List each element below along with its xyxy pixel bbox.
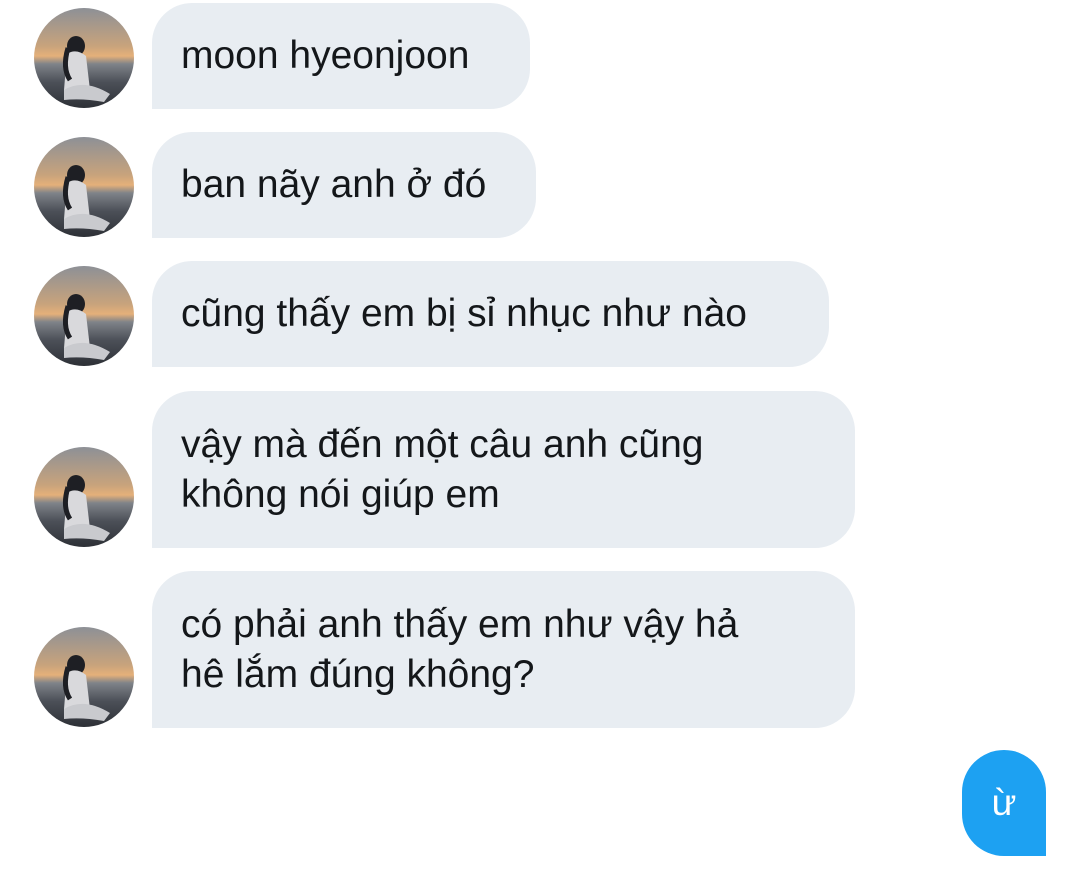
person-sitting-icon xyxy=(62,294,110,360)
message-line: có phải anh thấy em như vậy hả xyxy=(181,602,739,646)
person-sitting-icon xyxy=(62,165,110,231)
message-bubble[interactable]: ban nãy anh ở đó xyxy=(152,132,536,238)
message-bubble[interactable]: moon hyeonjoon xyxy=(152,3,530,109)
message-bubble[interactable]: có phải anh thấy em như vậy hả hê lắm đú… xyxy=(152,571,855,728)
reply-bubble[interactable]: ừ xyxy=(962,750,1046,856)
person-sitting-icon xyxy=(62,655,110,721)
message-line: không nói giúp em xyxy=(181,472,500,516)
avatar[interactable] xyxy=(34,447,134,547)
avatar[interactable] xyxy=(34,137,134,237)
message-text: cũng thấy em bị sỉ nhục như nào xyxy=(181,292,747,335)
chat-thread: moon hyeonjoon ban nãy anh ở đó cũng thấ… xyxy=(0,0,1080,884)
avatar[interactable] xyxy=(34,8,134,108)
message-line: vậy mà đến một câu anh cũng xyxy=(181,422,704,466)
message-bubble[interactable]: cũng thấy em bị sỉ nhục như nào xyxy=(152,261,829,367)
reply-text: ừ xyxy=(991,782,1017,823)
message-text: moon hyeonjoon xyxy=(181,34,470,77)
message-line: hê lắm đúng không? xyxy=(181,652,535,696)
avatar[interactable] xyxy=(34,627,134,727)
message-text: ban nãy anh ở đó xyxy=(181,163,487,206)
person-sitting-icon xyxy=(62,36,110,102)
person-sitting-icon xyxy=(62,475,110,541)
message-bubble[interactable]: vậy mà đến một câu anh cũng không nói gi… xyxy=(152,391,855,548)
avatar[interactable] xyxy=(34,266,134,366)
